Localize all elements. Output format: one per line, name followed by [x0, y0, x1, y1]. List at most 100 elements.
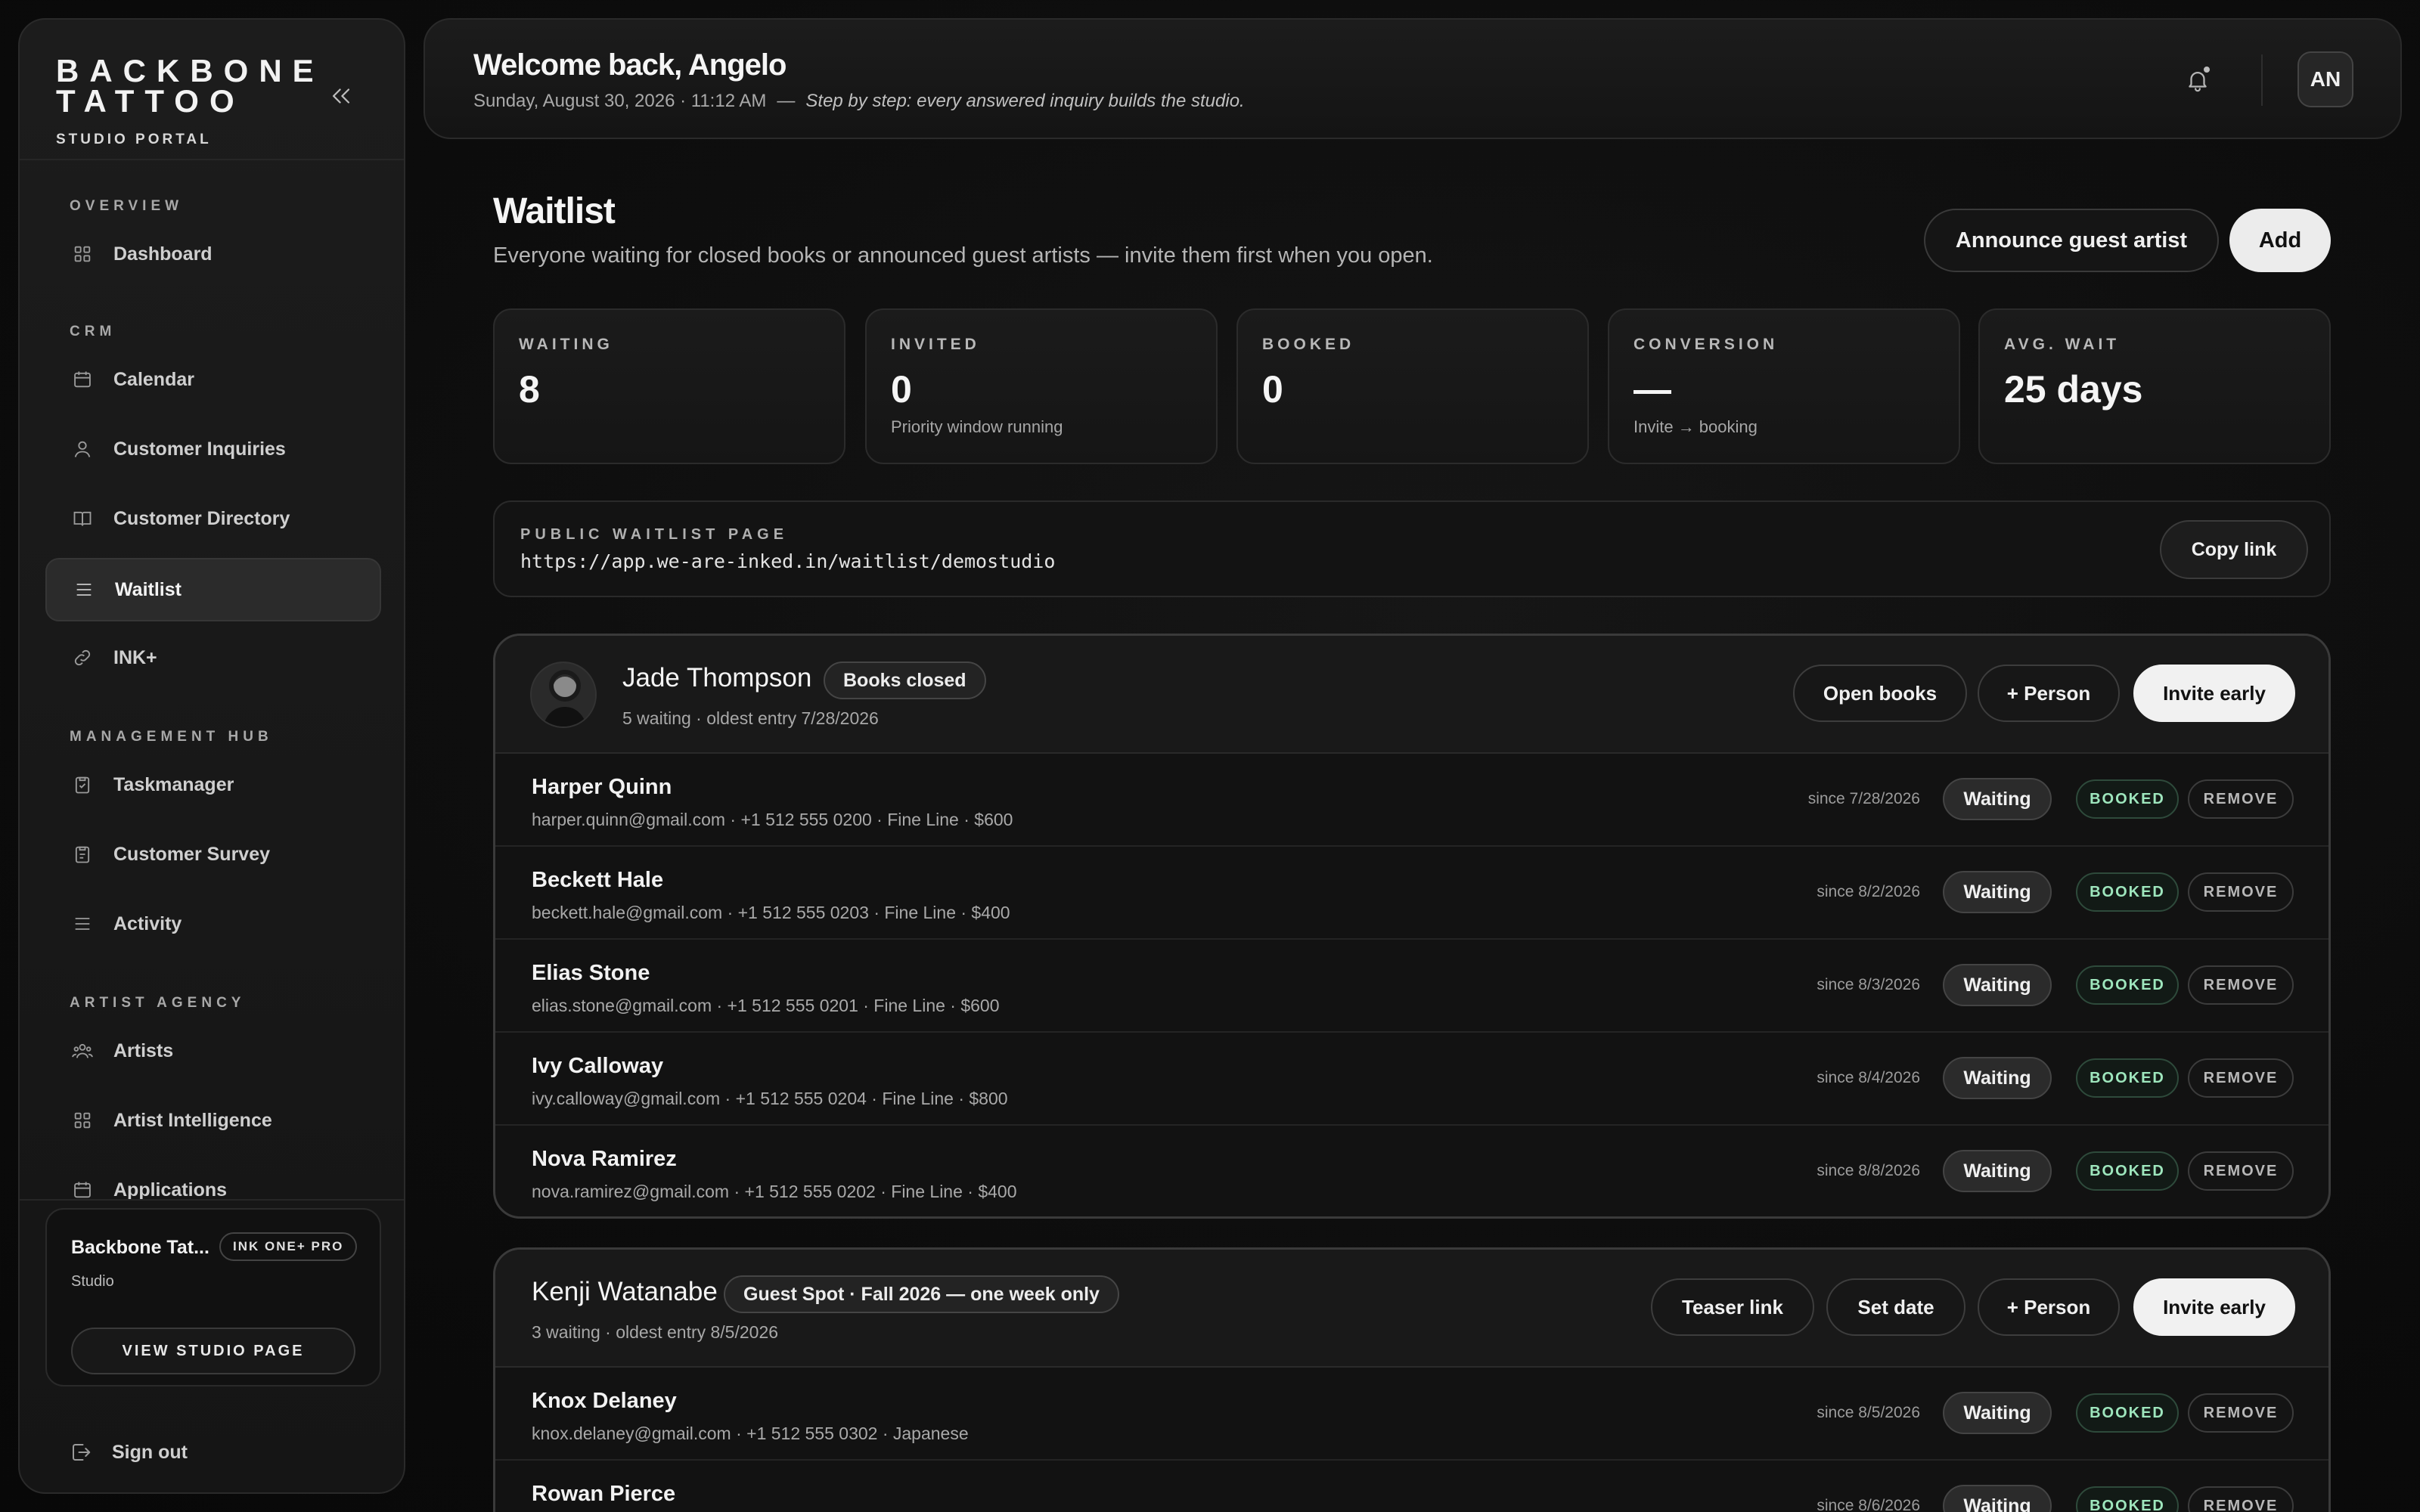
add-button[interactable]: Add — [2229, 209, 2331, 272]
add-person-button[interactable]: + Person — [1978, 1278, 2120, 1336]
sidebar-item-label: Waitlist — [115, 578, 182, 600]
since-date: since 8/3/2026 — [1817, 976, 1920, 993]
invite-early-button[interactable]: Invite early — [2133, 665, 2295, 722]
remove-button[interactable]: REMOVE — [2188, 1058, 2294, 1098]
sidebar-item-activity[interactable]: Activity — [45, 892, 381, 956]
since-date: since 8/8/2026 — [1817, 1162, 1920, 1179]
booked-button[interactable]: BOOKED — [2076, 1151, 2179, 1191]
sign-out-button[interactable]: Sign out — [70, 1441, 188, 1464]
notification-dot — [2202, 65, 2211, 74]
remove-button[interactable]: REMOVE — [2188, 1151, 2294, 1191]
sidebar-divider — [20, 159, 404, 160]
customer-details: knox.delaney@gmail.com · +1 512 555 0302… — [532, 1424, 969, 1443]
table-row: Ivy Calloway ivy.calloway@gmail.com · +1… — [495, 1033, 2328, 1126]
booked-button[interactable]: BOOKED — [2076, 1058, 2179, 1098]
status-dropdown[interactable]: Waiting — [1943, 778, 2052, 820]
announce-guest-artist-button[interactable]: Announce guest artist — [1924, 209, 2219, 272]
remove-button[interactable]: REMOVE — [2188, 779, 2294, 819]
public-waitlist-url[interactable]: https://app.we-are-inked.in/waitlist/dem… — [520, 550, 1055, 572]
sidebar-item-customer-inquiries[interactable]: Customer Inquiries — [45, 417, 381, 481]
sidebar-item-label: Taskmanager — [113, 773, 234, 795]
stat-label: AVG. WAIT — [2004, 336, 2121, 353]
table-row: Beckett Hale beckett.hale@gmail.com · +1… — [495, 847, 2328, 940]
booked-button[interactable]: BOOKED — [2076, 872, 2179, 912]
sidebar-item-waitlist[interactable]: Waitlist — [45, 558, 381, 621]
stat-value: 0 — [1262, 368, 1283, 411]
sidebar-item-artist-intelligence[interactable]: Artist Intelligence — [45, 1089, 381, 1152]
since-date: since 8/6/2026 — [1817, 1497, 1920, 1512]
group-status-badge: Guest Spot · Fall 2026 — one week only — [724, 1275, 1119, 1313]
booked-button[interactable]: BOOKED — [2076, 1393, 2179, 1433]
notifications-button[interactable] — [2180, 62, 2216, 98]
nav-section-overview: OVERVIEW — [70, 198, 184, 214]
remove-button[interactable]: REMOVE — [2188, 965, 2294, 1005]
sidebar-item-ink-plus[interactable]: INK+ — [45, 626, 381, 689]
brand-line-2: TATTOO — [56, 83, 245, 119]
stat-value: 25 days — [2004, 368, 2143, 411]
header-subtitle: Sunday, August 30, 2026 · 11:12 AM — Step … — [473, 91, 1245, 112]
remove-button[interactable]: REMOVE — [2188, 1393, 2294, 1433]
view-studio-page-button[interactable]: VIEW STUDIO PAGE — [71, 1328, 355, 1374]
add-person-button[interactable]: + Person — [1978, 665, 2120, 722]
brand-subtitle: STUDIO PORTAL — [56, 132, 212, 147]
sidebar-item-label: Customer Survey — [113, 843, 271, 865]
stat-value: — — [1634, 368, 1671, 411]
sidebar-item-customer-directory[interactable]: Customer Directory — [45, 487, 381, 550]
sidebar-item-customer-survey[interactable]: Customer Survey — [45, 823, 381, 886]
customer-name: Ivy Calloway — [532, 1054, 664, 1078]
header-separator: — — [777, 91, 796, 111]
stat-card-booked: BOOKED 0 — [1236, 308, 1589, 464]
customer-details: harper.quinn@gmail.com · +1 512 555 0200… — [532, 810, 1013, 829]
header-datetime: Sunday, August 30, 2026 · 11:12 AM — [473, 91, 767, 111]
group-status-badge: Books closed — [824, 662, 986, 699]
set-date-button[interactable]: Set date — [1826, 1278, 1965, 1336]
copy-link-button[interactable]: Copy link — [2160, 520, 2308, 579]
list-icon — [71, 912, 94, 935]
table-row: Harper Quinn harper.quinn@gmail.com · +1… — [495, 754, 2328, 847]
grid-icon — [71, 1109, 94, 1132]
user-avatar[interactable]: AN — [2297, 51, 2353, 107]
nav-section-artist-agency: ARTIST AGENCY — [70, 995, 246, 1011]
teaser-link-button[interactable]: Teaser link — [1651, 1278, 1814, 1336]
booked-button[interactable]: BOOKED — [2076, 1486, 2179, 1512]
group-artist-name: Jade Thompson — [622, 663, 812, 692]
status-dropdown[interactable]: Waiting — [1943, 964, 2052, 1006]
brand-logo[interactable]: BACKBONE TATTOO STUDIO PORTAL — [56, 53, 324, 148]
customer-name: Nova Ramirez — [532, 1147, 677, 1171]
status-dropdown[interactable]: Waiting — [1943, 871, 2052, 913]
brand-line-1: BACKBONE — [56, 53, 324, 88]
status-dropdown[interactable]: Waiting — [1943, 1057, 2052, 1099]
status-dropdown[interactable]: Waiting — [1943, 1485, 2052, 1512]
stat-label: WAITING — [519, 336, 613, 353]
sign-out-icon — [73, 1444, 91, 1461]
customer-details: ivy.calloway@gmail.com · +1 512 555 0204… — [532, 1089, 1008, 1108]
nav-section-crm: CRM — [70, 324, 116, 339]
remove-button[interactable]: REMOVE — [2188, 872, 2294, 912]
waitlist-group-kenji-watanabe: Kenji Watanabe Guest Spot · Fall 2026 — … — [493, 1247, 2331, 1512]
customer-name: Elias Stone — [532, 961, 650, 985]
sidebar-item-dashboard[interactable]: Dashboard — [45, 222, 381, 286]
table-row: Rowan Pierce since 8/6/2026 Waiting BOOK… — [495, 1461, 2328, 1512]
artist-avatar — [530, 662, 597, 728]
plan-badge: INK ONE+ PRO — [219, 1232, 358, 1261]
open-books-button[interactable]: Open books — [1793, 665, 1967, 722]
stat-card-invited: INVITED 0 Priority window running — [865, 308, 1218, 464]
remove-button[interactable]: REMOVE — [2188, 1486, 2294, 1512]
header-divider — [2261, 54, 2263, 106]
status-dropdown[interactable]: Waiting — [1943, 1392, 2052, 1434]
group-meta: 5 waiting · oldest entry 7/28/2026 — [622, 708, 879, 728]
booked-button[interactable]: BOOKED — [2076, 779, 2179, 819]
collapse-sidebar-button[interactable] — [322, 77, 360, 115]
invite-early-button[interactable]: Invite early — [2133, 1278, 2295, 1336]
sidebar-item-taskmanager[interactable]: Taskmanager — [45, 753, 381, 816]
booked-button[interactable]: BOOKED — [2076, 965, 2179, 1005]
stat-label: INVITED — [891, 336, 980, 353]
sidebar-item-artists[interactable]: Artists — [45, 1019, 381, 1083]
studio-name: Backbone Tat... — [71, 1237, 209, 1258]
stat-note: Invite → booking — [1634, 417, 1758, 436]
table-row: Nova Ramirez nova.ramirez@gmail.com · +1… — [495, 1126, 2328, 1216]
status-dropdown[interactable]: Waiting — [1943, 1150, 2052, 1192]
sidebar-item-calendar[interactable]: Calendar — [45, 348, 381, 411]
stat-label: BOOKED — [1262, 336, 1355, 353]
group-header: Kenji Watanabe Guest Spot · Fall 2026 — … — [495, 1250, 2328, 1368]
